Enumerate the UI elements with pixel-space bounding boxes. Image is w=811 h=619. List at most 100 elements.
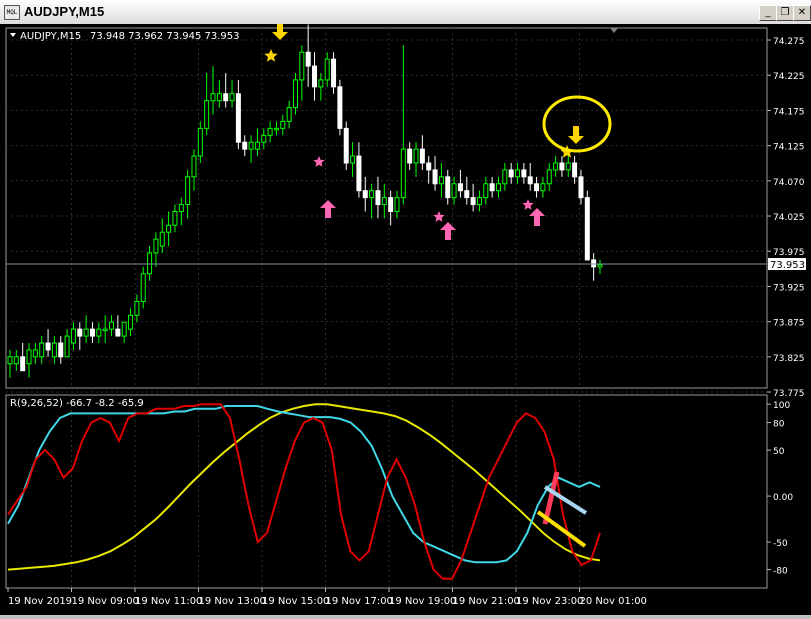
candle-bear [464, 190, 470, 199]
candle-bull [476, 197, 482, 206]
current-price-label: 73.953 [770, 260, 805, 271]
candle-bear [521, 169, 527, 178]
price-tick-label: 74.025 [773, 213, 805, 223]
candle-bull [565, 162, 571, 171]
candle-bull [261, 134, 267, 143]
candle-bear [534, 183, 540, 192]
candle-bull [134, 300, 140, 316]
candle-bear [470, 197, 476, 206]
candle-bull [32, 349, 38, 358]
price-tick-label: 73.925 [773, 283, 805, 293]
candle-bull [191, 155, 197, 178]
candle-bull [147, 252, 153, 275]
candle-bull [13, 356, 19, 365]
candle-bull [109, 321, 115, 330]
price-tick-label: 73.825 [773, 354, 805, 364]
candle-bear [508, 169, 514, 178]
candle-bear [312, 65, 318, 88]
candle-bull [153, 238, 159, 254]
candle-bear [343, 127, 349, 164]
candle-bull [400, 148, 406, 199]
candle-bear [457, 183, 463, 192]
candle-bear [559, 162, 565, 171]
restore-icon[interactable]: ❐ [776, 5, 794, 21]
price-chart[interactable]: 74.275 74.225 74.175 74.125 74.070 74.025 73.9… [0, 22, 811, 615]
price-tick-label: 74.175 [773, 107, 805, 117]
candle-bull [515, 169, 521, 178]
candle-bull [166, 224, 172, 233]
candle-bull [369, 190, 375, 199]
candle-bear [331, 58, 337, 88]
candle-bull [350, 155, 356, 164]
title-bar[interactable]: MQL AUDJPY,M15 _ ❐ ✕ [0, 0, 811, 25]
candle-bull [185, 176, 191, 206]
candle-bull [70, 328, 76, 344]
candle-bear [58, 342, 64, 358]
candle-bull [324, 58, 330, 81]
chart-background [0, 24, 811, 615]
candle-bear [426, 162, 432, 171]
time-tick-label: 20 Nov 01:00 [580, 596, 647, 607]
time-tick-label: 19 Nov 2019 [8, 596, 72, 607]
candle-bull [140, 273, 146, 302]
candle-bull [83, 328, 89, 337]
indicator-tick-label: 100 [773, 401, 790, 411]
candle-bear [419, 148, 425, 164]
candle-bull [299, 51, 305, 81]
candle-bear [20, 356, 26, 372]
candle-bull [273, 127, 279, 131]
candle-bear [432, 169, 438, 185]
candle-bull [121, 321, 127, 337]
candle-bull [286, 107, 292, 122]
candle-bear [356, 155, 362, 192]
candle-bull [172, 210, 178, 226]
time-tick-label: 19 Nov 23:00 [516, 596, 583, 607]
candle-bull [451, 183, 457, 199]
price-tick-label: 73.975 [773, 248, 805, 258]
indicator-tick-label: 0.00 [773, 493, 793, 503]
candle-bear [445, 176, 451, 199]
time-tick-label: 19 Nov 13:00 [199, 596, 266, 607]
candle-bear [407, 148, 413, 164]
candle-bull [438, 176, 444, 185]
candle-bear [591, 259, 597, 268]
ohlc-label: 73.948 73.962 73.945 73.953 [90, 31, 240, 42]
candle-bear [115, 328, 121, 337]
candle-bull [248, 141, 254, 150]
candle-bull [64, 335, 70, 358]
candle-bear [578, 176, 584, 199]
candle-bull [254, 141, 260, 150]
price-tick-label: 74.070 [773, 178, 805, 188]
candle-bull [229, 93, 235, 102]
candle-bear [489, 183, 495, 192]
candle-bull [7, 356, 13, 365]
candle-bull [280, 120, 286, 129]
candle-bull [553, 162, 559, 171]
candle-bear [362, 190, 368, 199]
candle-bear [223, 93, 229, 102]
indicator-tick-label: 50 [773, 447, 785, 457]
candle-bull [540, 183, 546, 192]
candle-bull [502, 169, 508, 185]
time-tick-label: 19 Nov 21:00 [453, 596, 520, 607]
chart-area[interactable]: 74.275 74.225 74.175 74.125 74.070 74.025 73.9… [0, 22, 811, 615]
app-icon: MQL [4, 5, 20, 20]
candle-bull [128, 314, 134, 330]
time-tick-label: 19 Nov 17:00 [326, 596, 393, 607]
time-tick-label: 19 Nov 19:00 [389, 596, 456, 607]
candle-bull [51, 342, 57, 358]
minimize-icon[interactable]: _ [759, 5, 777, 21]
candle-bull [204, 100, 210, 129]
candle-bull [597, 264, 603, 268]
indicator-tick-label: -80 [773, 567, 788, 577]
candle-bull [96, 328, 102, 337]
candle-bull [197, 127, 203, 157]
candle-bull [381, 197, 387, 206]
candle-bull [26, 349, 32, 365]
symbol-label: AUDJPY,M15 [20, 31, 81, 42]
indicator-tick-label: -50 [773, 539, 788, 549]
candle-bull [267, 127, 273, 136]
candle-bear [572, 162, 578, 178]
window-title: AUDJPY,M15 [24, 4, 105, 19]
close-icon[interactable]: ✕ [793, 5, 811, 21]
